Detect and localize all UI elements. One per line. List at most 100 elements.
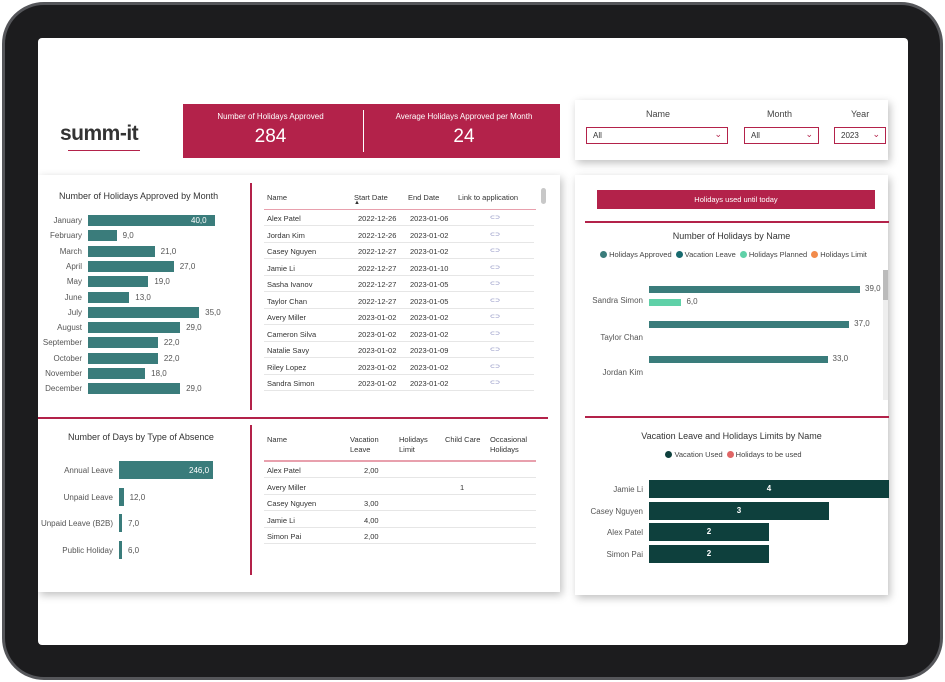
table-cell: Riley Lopez <box>267 362 307 372</box>
link-icon[interactable]: ⊂⊃ <box>490 231 500 238</box>
divider <box>250 183 252 410</box>
column-header[interactable]: Vacation Leave <box>350 435 395 455</box>
link-icon[interactable]: ⊂⊃ <box>490 346 500 353</box>
legend-item[interactable]: Holidays Approved <box>609 250 672 259</box>
column-header[interactable]: Name <box>267 193 287 202</box>
table-row[interactable]: Avery Miller 2023-01-02 2023-01-02 ⊂⊃ <box>264 309 534 325</box>
holidays-used-button[interactable]: Holidays used until today <box>597 190 875 209</box>
table-row[interactable]: Alex Patel 2,00 <box>264 462 536 478</box>
chart-scrollbar-thumb[interactable] <box>883 270 888 300</box>
column-header[interactable]: Child Care <box>445 435 490 445</box>
legend-item[interactable]: Holidays Limit <box>820 250 867 259</box>
table-cell: Simon Pai <box>267 532 302 541</box>
table-row[interactable]: Sasha Ivanov 2022-12-27 2023-01-05 ⊂⊃ <box>264 276 534 292</box>
table-cell: Jordan Kim <box>267 230 305 240</box>
data-label: 9,0 <box>122 231 134 241</box>
month-dropdown[interactable]: All ⌄ <box>744 127 819 144</box>
link-icon[interactable]: ⊂⊃ <box>490 214 500 221</box>
table-cell: Casey Nguyen <box>267 499 317 508</box>
legend-item[interactable]: Vacation Used <box>674 450 722 459</box>
chevron-down-icon: ⌄ <box>805 129 813 139</box>
chevron-down-icon: ⌄ <box>872 129 880 139</box>
data-label: 246,0 <box>189 466 210 475</box>
table-cell: 4,00 <box>364 515 379 525</box>
name-dropdown[interactable]: All ⌄ <box>586 127 728 144</box>
dashboard-screen: summ-it Number of Holidays Approved 284 … <box>38 38 908 645</box>
table-row[interactable]: Casey Nguyen 2022-12-27 2023-01-02 ⊂⊃ <box>264 243 534 259</box>
kpi-label: Number of Holidays Approved <box>217 112 324 121</box>
table-row[interactable]: Natalie Savy 2023-01-02 2023-01-09 ⊂⊃ <box>264 342 534 358</box>
sort-ascending-icon[interactable]: ▲ <box>354 200 360 206</box>
kpi-value: 24 <box>453 126 475 147</box>
table-cell: Avery Miller <box>267 482 307 492</box>
link-icon[interactable]: ⊂⊃ <box>490 264 500 271</box>
axis-label: August <box>57 323 82 333</box>
link-icon[interactable]: ⊂⊃ <box>490 330 500 337</box>
table-row[interactable]: Avery Miller 1 <box>264 479 536 495</box>
legend: Vacation Used Holidays to be used <box>575 450 888 459</box>
dropdown-value: All <box>593 131 602 140</box>
table-cell: 2,00 <box>364 532 379 541</box>
link-icon[interactable]: ⊂⊃ <box>490 313 500 320</box>
data-label: 3 <box>736 505 742 515</box>
legend-item[interactable]: Vacation Leave <box>685 250 736 259</box>
table-cell: 2023-01-02 <box>358 329 397 339</box>
data-label: 22,0 <box>163 353 180 363</box>
table-row[interactable]: Jamie Li 4,00 <box>264 512 536 528</box>
data-label: 6,0 <box>686 297 698 306</box>
legend-dot-icon <box>739 251 747 258</box>
table-cell: Alex Patel <box>267 466 301 475</box>
kpi-value: 284 <box>254 126 287 147</box>
data-label: 21,0 <box>160 246 177 256</box>
data-label: 6,0 <box>128 545 140 555</box>
table-row[interactable]: Alex Patel 2022-12-26 2023-01-06 ⊂⊃ <box>264 210 534 226</box>
link-icon[interactable]: ⊂⊃ <box>490 379 500 386</box>
data-label: 2 <box>706 527 712 537</box>
data-label: 40,0 <box>191 216 207 225</box>
table-row[interactable]: Simon Pai 2,00 <box>264 528 536 544</box>
table-row[interactable]: Jamie Li 2022-12-27 2023-01-10 ⊂⊃ <box>264 260 534 276</box>
table-cell: 2023-01-02 <box>358 379 397 388</box>
bar <box>119 514 122 532</box>
legend-item[interactable]: Holidays to be used <box>736 450 802 459</box>
axis-label: February <box>49 231 82 241</box>
bar <box>119 487 124 506</box>
axis-label: Unpaid Leave <box>63 492 113 502</box>
column-header[interactable]: End Date <box>408 193 439 202</box>
table-cell: 2,00 <box>364 466 379 475</box>
link-icon[interactable]: ⊂⊃ <box>490 280 500 287</box>
column-header[interactable]: Holidays Limit <box>399 435 444 455</box>
legend-item[interactable]: Holidays Planned <box>749 250 807 259</box>
axis-label: Annual Leave <box>64 466 113 475</box>
link-icon[interactable]: ⊂⊃ <box>490 247 500 254</box>
bar <box>119 540 122 559</box>
data-label: 22,0 <box>163 338 180 348</box>
link-icon[interactable]: ⊂⊃ <box>490 297 500 304</box>
table-row[interactable]: Cameron Silva 2023-01-02 2023-01-02 ⊂⊃ <box>264 326 534 342</box>
table-cell: 2023-01-09 <box>410 346 449 355</box>
dropdown-value: All <box>751 131 760 140</box>
table-cell: Cameron Silva <box>267 329 317 339</box>
bar <box>88 291 130 303</box>
axis-label: January <box>53 216 82 225</box>
table-row[interactable]: Taylor Chan 2022-12-27 2023-01-05 ⊂⊃ <box>264 293 534 309</box>
data-label: 2 <box>706 549 712 559</box>
table-row[interactable]: Casey Nguyen 3,00 <box>264 495 536 511</box>
column-header[interactable]: Name <box>267 435 327 445</box>
data-label: 7,0 <box>128 519 140 528</box>
table-row[interactable]: Jordan Kim 2022-12-26 2023-01-02 ⊂⊃ <box>264 227 534 243</box>
table-row[interactable]: Sandra Simon 2023-01-02 2023-01-02 ⊂⊃ <box>264 375 534 391</box>
column-header[interactable]: Link to application <box>458 193 518 202</box>
table-cell: 2022-12-27 <box>358 280 397 289</box>
divider <box>585 416 889 418</box>
table-cell: 2022-12-27 <box>358 263 397 273</box>
year-dropdown[interactable]: 2023 ⌄ <box>834 127 886 144</box>
column-header[interactable]: Occasional Holidays <box>490 435 535 455</box>
table-cell: 2023-01-02 <box>410 313 449 322</box>
chart-title: Number of Holidays Approved by Month <box>59 191 219 201</box>
table-row[interactable]: Riley Lopez 2023-01-02 2023-01-02 ⊂⊃ <box>264 359 534 375</box>
bar <box>88 383 181 395</box>
link-icon[interactable]: ⊂⊃ <box>490 363 500 370</box>
bar <box>649 321 850 328</box>
table-scrollbar[interactable] <box>541 188 546 204</box>
